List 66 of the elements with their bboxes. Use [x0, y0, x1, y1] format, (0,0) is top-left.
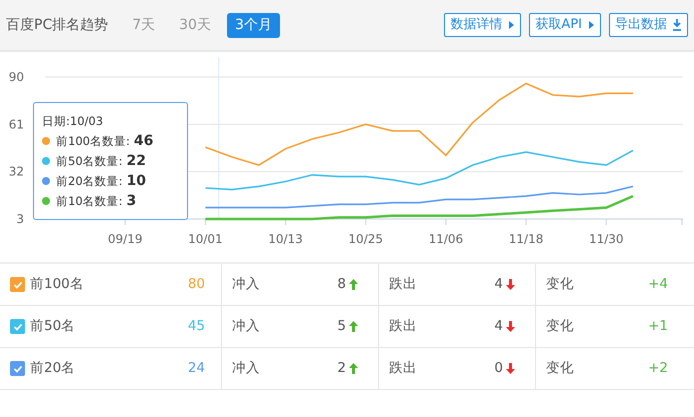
- range-tab[interactable]: 3个月: [226, 12, 280, 38]
- action-button[interactable]: 数据详情: [444, 13, 522, 37]
- metric-value: +1: [648, 317, 668, 336]
- play-icon: [507, 20, 516, 30]
- down-arrow-icon: [506, 321, 515, 332]
- tooltip-label: 前20名数量:: [56, 173, 123, 190]
- metric-label: 变化: [546, 359, 574, 378]
- y-axis-label: 3: [16, 212, 24, 226]
- tooltip-value: 10: [126, 172, 146, 191]
- metric-label: 变化: [546, 275, 574, 294]
- rank-label: 前20名: [30, 359, 76, 378]
- down-arrow-icon: [506, 363, 515, 374]
- metric-label: 跌出: [389, 275, 417, 294]
- x-axis-label: 10/13: [268, 232, 303, 246]
- action-button[interactable]: 导出数据: [609, 13, 688, 37]
- tooltip-label: 前100名数量:: [56, 133, 130, 150]
- x-axis-label: 11/30: [588, 232, 624, 246]
- x-axis-label: 10/25: [348, 232, 384, 246]
- chart-title: 百度PC排名趋势: [6, 16, 108, 34]
- y-axis-label: 90: [8, 70, 24, 84]
- play-icon: [587, 20, 595, 30]
- x-axis-label: 09/19: [108, 232, 142, 246]
- down-arrow-icon: [506, 279, 515, 290]
- metric-label: 变化: [546, 317, 574, 336]
- tooltip-date: 日期:10/03: [42, 113, 104, 130]
- tooltip-label: 前50名数量:: [56, 153, 123, 170]
- checkbox[interactable]: [10, 361, 25, 376]
- download-icon: [672, 19, 682, 31]
- metric-label: 冲入: [232, 275, 260, 294]
- check-icon: [12, 322, 22, 332]
- tooltip-value: 46: [134, 132, 154, 151]
- checkbox[interactable]: [10, 277, 25, 292]
- metric-label: 跌出: [389, 317, 417, 336]
- metric-value: +2: [648, 359, 668, 378]
- up-arrow-icon: [349, 279, 358, 290]
- metric-value: 8: [337, 275, 346, 294]
- metric-value: 2: [337, 359, 346, 378]
- range-tab[interactable]: 30天: [171, 12, 219, 38]
- y-axis-label: 32: [8, 164, 24, 179]
- rank-label: 前100名: [30, 275, 84, 294]
- rank-count: 24: [188, 359, 205, 378]
- x-axis-label: 10/01: [188, 232, 223, 246]
- tooltip-value: 3: [126, 192, 136, 211]
- x-axis-label: 11/06: [428, 232, 464, 246]
- metric-value: 4: [494, 275, 503, 294]
- up-arrow-icon: [349, 363, 358, 374]
- metric-value: +4: [648, 275, 668, 294]
- metric-value: 5: [337, 317, 346, 336]
- metric-label: 冲入: [232, 317, 260, 336]
- metric-label: 跌出: [389, 359, 417, 378]
- check-icon: [12, 364, 22, 374]
- y-axis-label: 61: [8, 117, 24, 132]
- tooltip-label: 前10名数量:: [56, 193, 123, 210]
- x-axis-label: 11/18: [508, 232, 544, 246]
- range-tab[interactable]: 7天: [124, 12, 164, 38]
- rank-label: 前50名: [30, 317, 76, 336]
- metric-value: 0: [494, 359, 503, 378]
- metric-label: 冲入: [232, 359, 260, 378]
- metric-value: 4: [494, 317, 503, 336]
- rank-count: 45: [188, 317, 205, 336]
- check-icon: [12, 280, 22, 290]
- rank-count: 80: [188, 275, 205, 294]
- tooltip-value: 22: [126, 152, 146, 171]
- action-button[interactable]: 获取API: [529, 13, 601, 37]
- up-arrow-icon: [349, 321, 358, 332]
- checkbox[interactable]: [10, 319, 25, 334]
